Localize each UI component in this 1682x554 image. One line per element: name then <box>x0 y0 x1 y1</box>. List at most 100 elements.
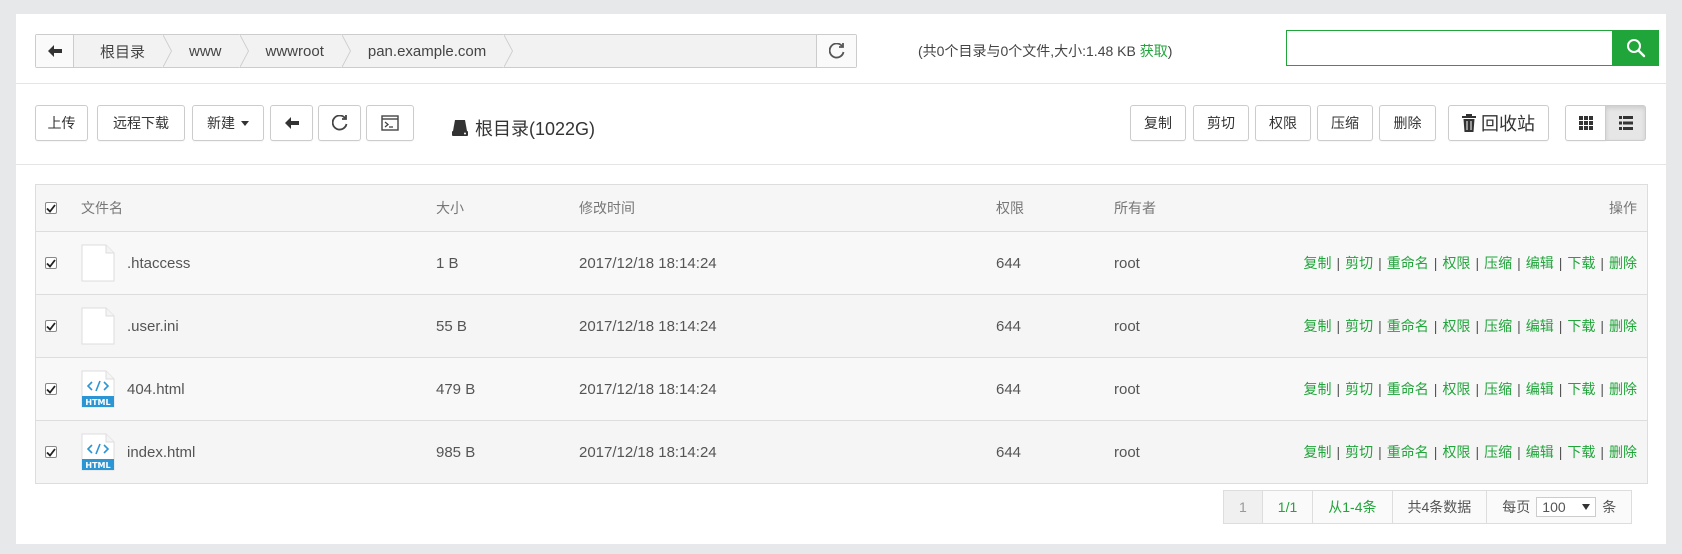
breadcrumb-item-root[interactable]: 根目录 <box>74 34 173 68</box>
disk-label[interactable]: 根目录(1022G) <box>451 115 595 141</box>
breadcrumb-item-wwwroot[interactable]: wwwroot <box>240 34 352 68</box>
download-link[interactable]: 下载 <box>1567 379 1595 399</box>
fetch-size-link[interactable]: 获取 <box>1140 43 1168 59</box>
page-count: 1/1 <box>1261 491 1312 523</box>
batch-delete-button[interactable]: 删除 <box>1379 105 1436 141</box>
toolbar-back-button[interactable] <box>270 105 313 141</box>
file-size: 985 B <box>436 443 476 461</box>
copy-link[interactable]: 复制 <box>1304 442 1332 462</box>
grid-view-button[interactable] <box>1565 105 1606 141</box>
trash-icon <box>1462 114 1476 132</box>
html-file-icon: HTML <box>81 433 115 471</box>
file-size: 55 B <box>436 317 467 335</box>
table-row[interactable]: .htaccess 1 B 2017/12/18 18:14:24 644 ro… <box>36 231 1647 294</box>
file-perm[interactable]: 644 <box>996 295 1021 357</box>
breadcrumb-item-www[interactable]: www <box>163 34 248 68</box>
file-time: 2017/12/18 18:14:24 <box>579 443 717 461</box>
table-row[interactable]: HTML index.html 985 B 2017/12/18 18:14:2… <box>36 420 1647 483</box>
path-bar: 根目录 www wwwroot pan.example.com (共0个目录与0… <box>16 14 1666 84</box>
file-name[interactable]: .htaccess <box>127 255 190 272</box>
rename-link[interactable]: 重命名 <box>1387 442 1429 462</box>
table-row[interactable]: .user.ini 55 B 2017/12/18 18:14:24 644 r… <box>36 294 1647 357</box>
refresh-icon <box>331 115 347 131</box>
refresh-path-button[interactable] <box>816 35 856 67</box>
row-checkbox[interactable] <box>45 257 57 269</box>
rename-link[interactable]: 重命名 <box>1387 316 1429 336</box>
permission-link[interactable]: 权限 <box>1442 379 1470 399</box>
delete-link[interactable]: 删除 <box>1609 253 1637 273</box>
compress-link[interactable]: 压缩 <box>1484 253 1512 273</box>
svg-text:HTML: HTML <box>85 398 110 407</box>
cut-link[interactable]: 剪切 <box>1345 316 1373 336</box>
header-time[interactable]: 修改时间 <box>579 185 635 231</box>
recycle-bin-button[interactable]: 回收站 <box>1448 105 1549 141</box>
rename-link[interactable]: 重命名 <box>1387 379 1429 399</box>
breadcrumb-item-site[interactable]: pan.example.com <box>342 34 514 68</box>
edit-link[interactable]: 编辑 <box>1526 442 1554 462</box>
edit-link[interactable]: 编辑 <box>1526 379 1554 399</box>
row-checkbox[interactable] <box>45 320 57 332</box>
file-manager-panel: 根目录 www wwwroot pan.example.com (共0个目录与0… <box>16 14 1666 544</box>
file-name[interactable]: .user.ini <box>127 318 179 335</box>
file-table: 文件名 大小 修改时间 权限 所有者 操作 .htaccess 1 B 2017… <box>35 184 1648 484</box>
copy-link[interactable]: 复制 <box>1304 379 1332 399</box>
copy-link[interactable]: 复制 <box>1304 316 1332 336</box>
toolbar-refresh-button[interactable] <box>318 105 361 141</box>
delete-link[interactable]: 删除 <box>1609 379 1637 399</box>
file-name[interactable]: 404.html <box>127 381 185 398</box>
compress-link[interactable]: 压缩 <box>1484 379 1512 399</box>
permission-link[interactable]: 权限 <box>1442 253 1470 273</box>
table-row[interactable]: HTML 404.html 479 B 2017/12/18 18:14:24 … <box>36 357 1647 420</box>
table-header: 文件名 大小 修改时间 权限 所有者 操作 <box>36 185 1647 231</box>
header-size[interactable]: 大小 <box>436 185 464 231</box>
current-page[interactable]: 1 <box>1224 491 1262 523</box>
header-ops: 操作 <box>1609 200 1637 216</box>
row-actions: 复制 | 剪切 | 重命名 | 权限 | 压缩 | 编辑 | 下载 | 删除 <box>1303 379 1637 399</box>
cut-link[interactable]: 剪切 <box>1345 442 1373 462</box>
header-name[interactable]: 文件名 <box>81 185 123 231</box>
row-checkbox[interactable] <box>45 383 57 395</box>
terminal-button[interactable] <box>366 105 414 141</box>
row-checkbox[interactable] <box>45 446 57 458</box>
search-button[interactable] <box>1612 30 1659 66</box>
download-link[interactable]: 下载 <box>1567 316 1595 336</box>
search-input[interactable] <box>1286 30 1612 66</box>
back-button[interactable] <box>36 35 74 67</box>
file-name[interactable]: index.html <box>127 444 195 461</box>
hdd-icon <box>452 120 468 136</box>
permission-link[interactable]: 权限 <box>1442 316 1470 336</box>
select-all-checkbox[interactable] <box>45 202 57 214</box>
record-range: 从1-4条 <box>1312 491 1391 523</box>
file-perm[interactable]: 644 <box>996 358 1021 420</box>
download-link[interactable]: 下载 <box>1567 442 1595 462</box>
remote-download-button[interactable]: 远程下载 <box>97 105 185 141</box>
edit-link[interactable]: 编辑 <box>1526 316 1554 336</box>
file-owner: root <box>1114 254 1140 272</box>
batch-permission-button[interactable]: 权限 <box>1255 105 1311 141</box>
cut-link[interactable]: 剪切 <box>1345 253 1373 273</box>
rename-link[interactable]: 重命名 <box>1387 253 1429 273</box>
upload-button[interactable]: 上传 <box>35 105 88 141</box>
file-perm[interactable]: 644 <box>996 232 1021 294</box>
compress-link[interactable]: 压缩 <box>1484 316 1512 336</box>
path-input-area[interactable] <box>504 35 816 67</box>
permission-link[interactable]: 权限 <box>1442 442 1470 462</box>
delete-link[interactable]: 删除 <box>1609 442 1637 462</box>
checkmark-icon <box>46 258 56 268</box>
new-dropdown-button[interactable]: 新建 <box>192 105 264 141</box>
copy-link[interactable]: 复制 <box>1304 253 1332 273</box>
batch-cut-button[interactable]: 剪切 <box>1193 105 1249 141</box>
compress-link[interactable]: 压缩 <box>1484 442 1512 462</box>
file-perm[interactable]: 644 <box>996 421 1021 483</box>
batch-copy-button[interactable]: 复制 <box>1130 105 1186 141</box>
caret-down-icon <box>241 120 249 126</box>
file-time: 2017/12/18 18:14:24 <box>579 254 717 272</box>
list-view-button[interactable] <box>1605 105 1646 141</box>
per-page-select[interactable]: 100 <box>1536 497 1597 517</box>
cut-link[interactable]: 剪切 <box>1345 379 1373 399</box>
delete-link[interactable]: 删除 <box>1609 316 1637 336</box>
batch-compress-button[interactable]: 压缩 <box>1317 105 1373 141</box>
download-link[interactable]: 下载 <box>1567 253 1595 273</box>
edit-link[interactable]: 编辑 <box>1526 253 1554 273</box>
checkmark-icon <box>46 321 56 331</box>
